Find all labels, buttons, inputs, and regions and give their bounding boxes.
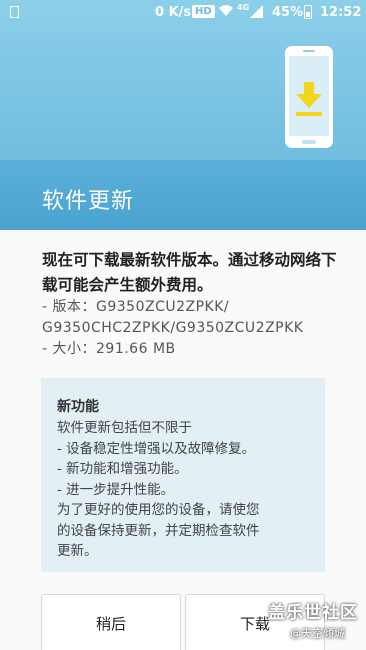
network-type: 4G [237,3,250,12]
notification-icon [10,6,19,18]
feature-line: 为了更好的使用您的设备，请使您 [57,502,260,518]
status-bar: 0 K/s HD 4G 45% 12:52 [0,0,366,26]
clock: 12:52 [320,5,362,20]
version-text: - 版本：G9350ZCU2ZPKK/ [42,299,230,315]
wifi-icon [218,3,234,21]
watermark-author: @天空倾城 [290,627,345,640]
watermark-logo: 盖乐世社区 [268,603,358,623]
update-description: 现在可下载最新软件版本。通过移动网络下载可能会产生额外费用。 [42,251,337,294]
feature-line: - 进一步提升性能。 [57,481,175,498]
page-title: 软件更新 [42,189,135,214]
feature-line: - 新功能和增强功能。 [57,461,188,477]
update-meta: - 版本：G9350ZCU2ZPKK/ G9350CHC2ZPKK/G9350Z… [42,297,303,360]
header: 0 K/s HD 4G 45% 12:52 软件更新 [0,0,366,230]
version-text-cont: G9350CHC2ZPKK/G9350ZCU2ZPKK [42,320,304,336]
signal-icon [250,5,264,18]
later-button[interactable]: 稍后 [41,594,181,650]
hd-badge: HD [192,5,215,18]
new-features-title: 新功能 [57,399,99,415]
content-area: 现在可下载最新软件版本。通过移动网络下载可能会产生额外费用。 - 版本：G935… [0,230,366,650]
feature-line: 的设备保持更新，并定期检查软件 [57,522,260,539]
new-features-panel[interactable]: 新功能 软件更新包括但不限于 - 设备稳定性增强以及故障修复。 - 新功能和增强… [41,378,325,572]
feature-line: - 设备稳定性增强以及故障修复。 [57,440,256,457]
phone-download-icon [283,44,335,150]
size-text: - 大小：291.66 MB [42,341,176,357]
feature-line: 软件更新包括但不限于 [57,420,192,436]
new-features-body: 软件更新包括但不限于 - 设备稳定性增强以及故障修复。 - 新功能和增强功能。 … [57,418,317,562]
feature-line: 更新。 [57,543,98,559]
network-speed: 0 K/s [155,5,192,20]
battery-icon [304,5,312,19]
battery-percent: 45% [272,5,304,20]
